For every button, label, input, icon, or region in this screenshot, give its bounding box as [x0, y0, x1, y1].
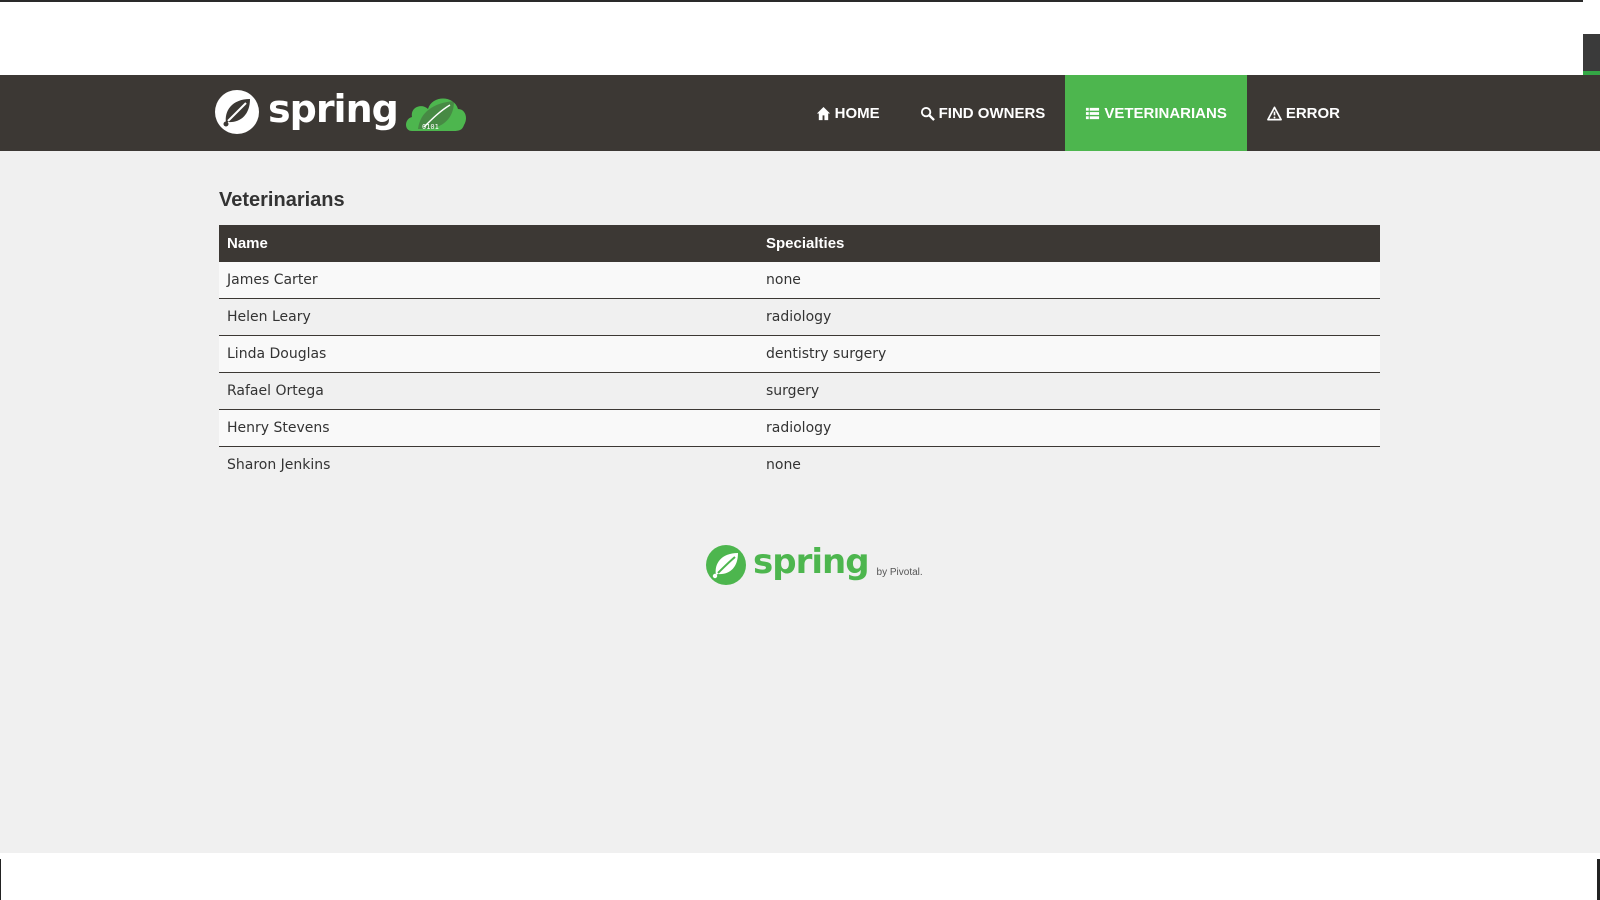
footer-logo: spring by Pivotal. [705, 542, 923, 586]
nav-find-owners[interactable]: FIND OWNERS [900, 75, 1066, 151]
navbar: spring 0101 HOME FIND OWNERS VETERINARIA… [0, 75, 1600, 151]
nav-veterinarians[interactable]: VETERINARIANS [1065, 75, 1247, 151]
list-icon [1086, 107, 1100, 119]
vet-name: James Carter [219, 262, 758, 299]
column-header-specialties[interactable]: Specialties [758, 225, 1380, 262]
page-title: Veterinarians [219, 189, 345, 211]
vet-name: Sharon Jenkins [219, 446, 758, 483]
spring-leaf-icon [215, 90, 259, 134]
vet-name: Linda Douglas [219, 335, 758, 373]
nav-home[interactable]: HOME [796, 75, 900, 151]
table-row: James Carter none [219, 262, 1380, 299]
veterinarians-table: Name Specialties James Carter none Helen… [219, 225, 1380, 483]
warning-icon [1266, 106, 1282, 120]
vet-specialties: none [758, 446, 1380, 483]
nav-error-label: ERROR [1285, 104, 1340, 122]
vet-name: Helen Leary [219, 298, 758, 336]
table-row: Sharon Jenkins none [219, 446, 1380, 483]
nav-home-label: HOME [834, 104, 880, 122]
window-right-edge [1583, 0, 1600, 75]
table-header-row: Name Specialties [219, 225, 1380, 262]
nav-error[interactable]: ERROR [1247, 75, 1360, 151]
scrollbar-thumb [1583, 34, 1600, 72]
window-bottom-area [0, 853, 1600, 900]
vet-specialties: surgery [758, 372, 1380, 410]
main-content: Veterinarians Name Specialties James Car… [0, 151, 1600, 853]
table-row: Helen Leary radiology [219, 298, 1380, 336]
brand-logo[interactable]: spring 0101 [214, 84, 468, 140]
table-row: Rafael Ortega surgery [219, 372, 1380, 410]
table-row: Henry Stevens radiology [219, 409, 1380, 447]
vet-specialties: none [758, 262, 1380, 299]
window-top-border [0, 0, 1600, 2]
footer-by-text: by Pivotal. [876, 566, 923, 578]
vet-specialties: dentistry surgery [758, 335, 1380, 373]
cloud-binary-text: 0101 [422, 123, 439, 131]
brand-name: spring [268, 87, 399, 131]
cloud-leaf-icon: 0101 [405, 98, 466, 131]
footer-logo-text: spring [753, 542, 870, 582]
vet-specialties: radiology [758, 409, 1380, 447]
home-icon [816, 106, 830, 120]
vet-name: Henry Stevens [219, 409, 758, 447]
table-row: Linda Douglas dentistry surgery [219, 335, 1380, 373]
left-border [0, 859, 1, 900]
main-nav: HOME FIND OWNERS VETERINARIANS ERROR [796, 75, 1360, 151]
nav-find-owners-label: FIND OWNERS [938, 104, 1046, 122]
spring-leaf-icon [706, 545, 746, 585]
column-header-name[interactable]: Name [219, 225, 758, 262]
nav-veterinarians-label: VETERINARIANS [1104, 104, 1227, 122]
search-icon [920, 106, 935, 121]
vet-name: Rafael Ortega [219, 372, 758, 410]
vet-specialties: radiology [758, 298, 1380, 336]
